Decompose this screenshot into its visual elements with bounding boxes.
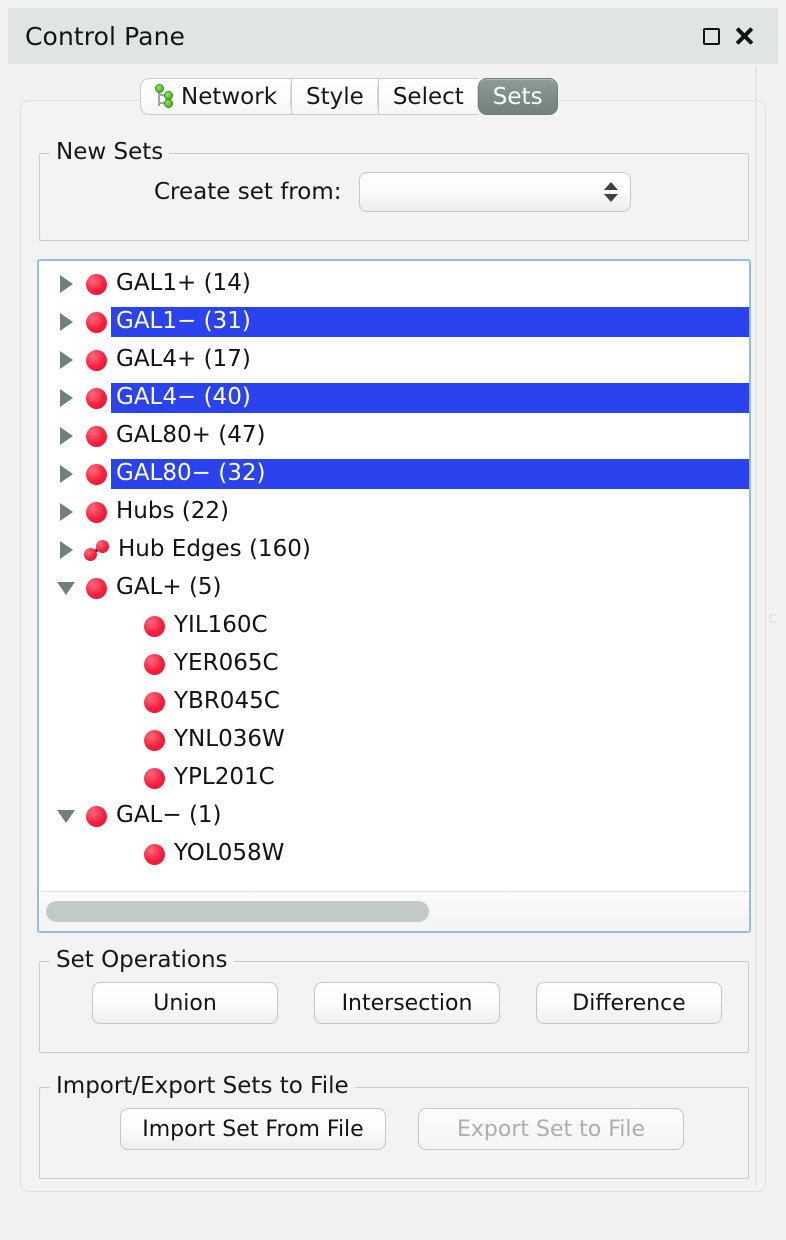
import-export-buttons: Import Set From File Export Set to File bbox=[40, 1108, 748, 1150]
node-icon bbox=[86, 311, 107, 333]
node-icon bbox=[86, 463, 107, 485]
node-icon bbox=[86, 501, 107, 523]
chevron-right-icon[interactable] bbox=[52, 389, 80, 407]
create-set-from-select[interactable] bbox=[359, 172, 632, 212]
set-operations-group: Set Operations Union Intersection Differ… bbox=[39, 947, 749, 1053]
network-graph-icon bbox=[153, 84, 174, 109]
tree-row[interactable]: GAL4+ (17) bbox=[39, 341, 749, 379]
tree-row-label: GAL80− (32) bbox=[111, 459, 749, 489]
node-icon bbox=[86, 349, 107, 371]
title-bar: Control Pane bbox=[8, 8, 778, 64]
tree-row-label: GAL1+ (14) bbox=[116, 270, 251, 297]
chevron-right-icon[interactable] bbox=[52, 313, 80, 331]
tab-network-label: Network bbox=[181, 83, 278, 110]
tree-row-label: Hub Edges (160) bbox=[118, 536, 311, 563]
tree-row-label: GAL1− (31) bbox=[111, 307, 749, 337]
tree-row[interactable]: Hub Edges (160) bbox=[39, 531, 749, 569]
tree-row-label: YER065C bbox=[174, 650, 279, 677]
node-icon bbox=[144, 767, 165, 789]
node-icon bbox=[144, 653, 165, 675]
tree-row-label: YBR045C bbox=[174, 688, 280, 715]
tree-row[interactable]: GAL− (1) bbox=[39, 797, 749, 835]
tab-sets[interactable]: Sets bbox=[477, 78, 558, 115]
tree-child-row[interactable]: YOL058W bbox=[39, 835, 749, 873]
tree-row-label: Hubs (22) bbox=[116, 498, 229, 525]
tree-child-row[interactable]: YNL036W bbox=[39, 721, 749, 759]
tree-child-row[interactable]: YPL201C bbox=[39, 759, 749, 797]
node-icon bbox=[144, 729, 165, 751]
tab-select[interactable]: Select bbox=[377, 78, 478, 115]
import-set-from-file-button[interactable]: Import Set From File bbox=[120, 1108, 386, 1150]
tab-style-label: Style bbox=[306, 83, 364, 110]
tree-child-row[interactable]: YBR045C bbox=[39, 683, 749, 721]
title-bar-buttons bbox=[703, 26, 778, 46]
close-x-icon[interactable] bbox=[734, 26, 754, 46]
tab-network[interactable]: Network bbox=[140, 78, 292, 115]
tree-row-label: YOL058W bbox=[174, 840, 285, 867]
ghost-artifact: c bbox=[768, 608, 777, 627]
tree-row[interactable]: GAL+ (5) bbox=[39, 569, 749, 607]
tree-row-label: GAL4− (40) bbox=[111, 383, 749, 413]
tree-row[interactable]: GAL1+ (14) bbox=[39, 265, 749, 303]
tree-row-label: GAL4+ (17) bbox=[116, 346, 251, 373]
tree-row[interactable]: GAL80+ (47) bbox=[39, 417, 749, 455]
sets-panel: New Sets Create set from: GAL1+ (14) GAL1… bbox=[20, 100, 766, 1192]
new-sets-legend: New Sets bbox=[50, 139, 170, 165]
import-export-legend: Import/Export Sets to File bbox=[50, 1073, 355, 1099]
import-export-group: Import/Export Sets to File Import Set Fr… bbox=[39, 1073, 749, 1179]
chevron-right-icon[interactable] bbox=[52, 503, 80, 521]
node-icon bbox=[144, 615, 165, 637]
chevron-right-icon[interactable] bbox=[52, 275, 80, 293]
chevron-right-icon[interactable] bbox=[52, 465, 80, 483]
difference-button[interactable]: Difference bbox=[536, 982, 722, 1024]
tree-child-row[interactable]: YER065C bbox=[39, 645, 749, 683]
tab-select-label: Select bbox=[392, 83, 464, 110]
chevron-down-icon[interactable] bbox=[52, 581, 80, 595]
chevron-right-icon[interactable] bbox=[52, 427, 80, 445]
tab-style[interactable]: Style bbox=[291, 78, 378, 115]
chevron-right-icon[interactable] bbox=[52, 541, 80, 559]
control-pane-window: Control Pane Network Style Select Sets N… bbox=[0, 0, 786, 1240]
tree-row-label: YIL160C bbox=[174, 612, 268, 639]
node-icon bbox=[144, 843, 165, 865]
create-set-from-label: Create set from: bbox=[154, 179, 342, 205]
union-button[interactable]: Union bbox=[92, 982, 278, 1024]
square-outline-icon[interactable] bbox=[703, 27, 720, 45]
chevron-down-icon[interactable] bbox=[52, 809, 80, 823]
tree-row[interactable]: GAL80− (32) bbox=[39, 455, 749, 493]
sets-tree[interactable]: GAL1+ (14) GAL1− (31) GAL4+ (17) GAL4− (40)… bbox=[39, 261, 749, 891]
node-icon bbox=[86, 805, 107, 827]
node-icon bbox=[86, 577, 107, 599]
new-sets-group: New Sets Create set from: bbox=[39, 139, 749, 241]
node-icon bbox=[144, 691, 165, 713]
set-operations-buttons: Union Intersection Difference bbox=[40, 982, 748, 1024]
spinner-arrows-icon bbox=[604, 182, 619, 202]
tree-row[interactable]: GAL1− (31) bbox=[39, 303, 749, 341]
edge-icon bbox=[84, 539, 109, 561]
tree-row-label: GAL+ (5) bbox=[116, 574, 222, 601]
tree-row[interactable]: GAL4− (40) bbox=[39, 379, 749, 417]
chevron-right-icon[interactable] bbox=[52, 351, 80, 369]
tree-row-label: GAL− (1) bbox=[116, 802, 222, 829]
scrollbar-thumb[interactable] bbox=[46, 901, 429, 922]
panel-edge-divider bbox=[755, 66, 757, 1186]
sets-tree-panel[interactable]: GAL1+ (14) GAL1− (31) GAL4+ (17) GAL4− (40)… bbox=[37, 259, 751, 933]
export-set-to-file-button: Export Set to File bbox=[418, 1108, 684, 1150]
page-title: Control Pane bbox=[25, 21, 186, 51]
node-icon bbox=[86, 273, 107, 295]
node-icon bbox=[86, 425, 107, 447]
tab-strip: Network Style Select Sets bbox=[140, 78, 558, 115]
tree-row[interactable]: Hubs (22) bbox=[39, 493, 749, 531]
tree-row-label: YPL201C bbox=[174, 764, 275, 791]
create-set-row: Create set from: bbox=[40, 172, 748, 212]
set-operations-legend: Set Operations bbox=[50, 947, 234, 973]
intersection-button[interactable]: Intersection bbox=[314, 982, 500, 1024]
node-icon bbox=[86, 387, 107, 409]
horizontal-scrollbar[interactable] bbox=[39, 891, 749, 931]
tree-row-label: GAL80+ (47) bbox=[116, 422, 266, 449]
tab-sets-label: Sets bbox=[492, 83, 543, 110]
tree-child-row[interactable]: YIL160C bbox=[39, 607, 749, 645]
tree-row-label: YNL036W bbox=[174, 726, 285, 753]
